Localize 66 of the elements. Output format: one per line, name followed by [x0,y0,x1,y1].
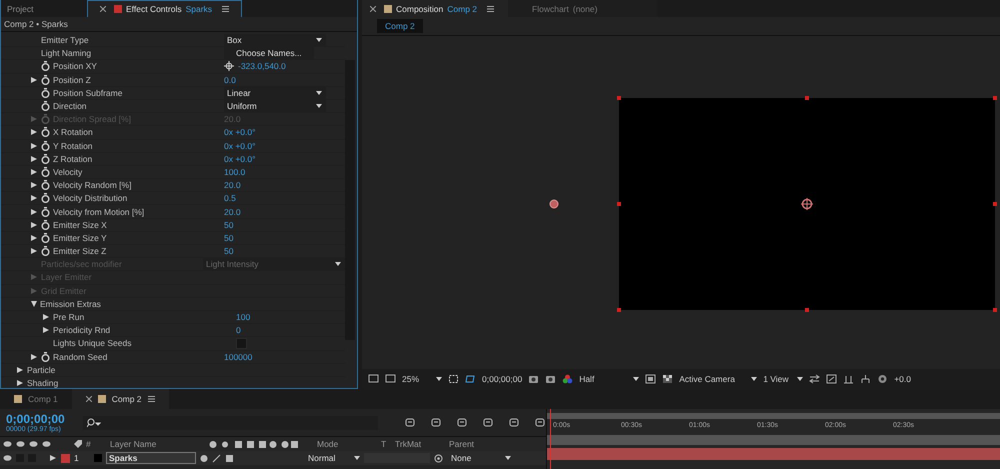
property-value[interactable]: 50 [224,246,234,256]
property-label: Emitter Size Z [53,246,106,256]
view-dropdown[interactable]: 1 View [763,374,804,384]
property-value[interactable]: 20.0 [224,206,241,217]
dropdown[interactable]: Uniform [224,100,326,112]
property-value[interactable]: 50 [224,232,234,243]
panel-tab[interactable]: Project [1,0,75,17]
property-label: Emission Extras [40,298,101,309]
choose-button[interactable]: Choose Names... [224,47,314,60]
breadcrumb: Comp 2 • Sparks [1,17,357,32]
property-value[interactable]: 0.0 [224,74,236,85]
property-label: Light Naming [41,48,92,58]
property-label: Position Z [53,74,91,85]
resolution-dropdown[interactable]: Half [579,374,640,384]
property-label: Emitter Size X [53,220,107,230]
timeline-tab[interactable]: Comp 2 [72,389,169,409]
current-time[interactable]: 0;00;00;00 [482,374,522,384]
property-label: Position XY [53,61,97,72]
property-value[interactable]: 0x +0.0° [224,154,256,164]
mode-dropdown[interactable]: Normal [308,453,360,463]
column-header: # [86,439,92,449]
property-label: Pre Run [53,312,84,322]
property-value[interactable]: 20.0 [224,180,241,190]
parent-dropdown[interactable]: None [451,453,511,463]
property-label: Velocity from Motion [%] [53,206,144,217]
column-header: Layer Name [110,439,158,449]
dropdown[interactable]: Box [224,34,326,46]
property-label: Random Seed [53,352,108,362]
property-label: Emitter Size Y [53,232,107,243]
property-value[interactable]: 0x +0.0° [224,140,256,151]
column-header: Mode [317,439,340,449]
property-label: Emitter Type [41,35,89,46]
section-label: Particle [27,364,56,375]
property-label: X Rotation [53,127,93,138]
column-header: T [381,439,388,449]
property-value[interactable]: 0x +0.0° [224,127,256,138]
panel-tab[interactable]: Effect Controls Sparks [87,0,242,17]
property-value[interactable]: 0 [236,325,241,336]
property-label: Direction [53,101,87,112]
property-label: Velocity [53,166,82,177]
layer-name[interactable]: Sparks [106,452,196,464]
section-label: Shading [27,378,58,388]
property-label: Periodicity Rnd [53,325,110,336]
property-value[interactable]: -323.0,540.0 [238,61,286,72]
property-value[interactable]: 0.5 [224,193,236,204]
column-header: Parent [449,439,476,449]
property-value[interactable]: 100000 [224,352,252,362]
column-header: TrkMat [395,439,422,449]
current-time[interactable]: 0;00;00;00 [6,412,84,426]
timeline-tab[interactable]: Comp 1 [0,389,72,409]
property-value[interactable]: 50 [224,220,234,230]
property-label: Velocity Random [%] [53,180,132,190]
exposure-value[interactable]: +0.0 [894,374,911,384]
zoom-dropdown[interactable]: 25% [402,374,442,384]
property-value[interactable]: 100 [236,312,250,322]
property-label: Y Rotation [53,140,93,151]
layer-index: 1 [74,453,80,463]
property-label: Z Rotation [53,154,92,164]
panel-tab[interactable]: Composition Comp 2 [362,0,508,17]
camera-dropdown[interactable]: Active Camera [679,374,758,384]
property-label: Lights Unique Seeds [53,338,132,348]
dropdown[interactable]: Linear [224,86,326,99]
viewer-tab[interactable]: Comp 2 [377,19,423,33]
property-label: Position Subframe [53,88,122,98]
property-value[interactable]: 100.0 [224,166,246,177]
property-label: Velocity Distribution [53,193,128,204]
